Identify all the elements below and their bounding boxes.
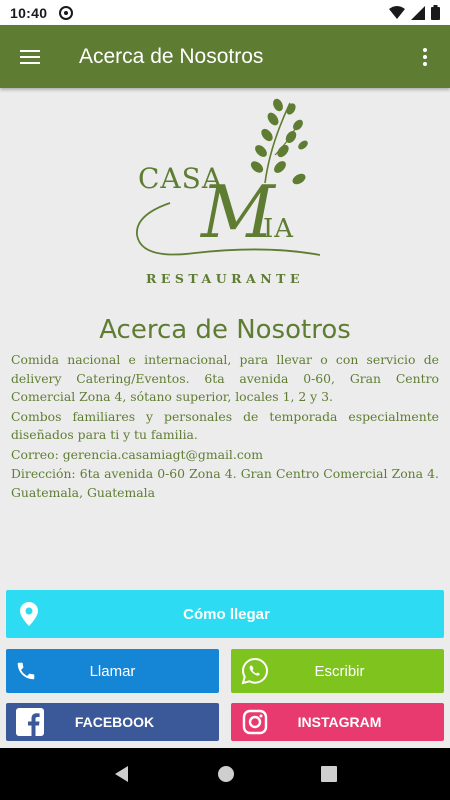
facebook-label: FACEBOOK: [74, 714, 155, 730]
status-bar: 10:40: [0, 0, 450, 25]
instagram-button[interactable]: INSTAGRAM: [231, 703, 444, 741]
sync-icon: [59, 5, 74, 20]
restaurant-logo: CASA M IA RESTAURANTE: [115, 95, 335, 295]
whatsapp-icon: [235, 657, 275, 685]
app-bar: Acerca de Nosotros: [0, 25, 450, 88]
more-vert-icon[interactable]: [400, 25, 450, 88]
phone-icon: [6, 660, 46, 682]
logo-subtitle: RESTAURANTE: [146, 271, 304, 286]
logo-word-ia: IA: [263, 214, 294, 244]
facebook-button[interactable]: FACEBOOK: [6, 703, 219, 741]
content-title: Acerca de Nosotros: [99, 315, 351, 345]
back-icon[interactable]: [113, 765, 131, 783]
location-pin-icon: [9, 602, 49, 626]
menu-icon[interactable]: [0, 25, 60, 88]
battery-icon: [431, 5, 440, 20]
paragraph-email: Correo: gerencia.casamiagt@gmail.com: [11, 446, 263, 462]
content-body: Comida nacional e internacional, para ll…: [11, 351, 439, 503]
call-button[interactable]: Llamar: [6, 649, 219, 693]
system-nav-bar: [0, 748, 450, 800]
directions-button[interactable]: Cómo llegar: [6, 590, 444, 638]
paragraph-description: Comida nacional e internacional, para ll…: [11, 352, 439, 404]
paragraph-address: Dirección: 6ta avenida 0-60 Zona 4. Gran…: [11, 466, 439, 500]
status-icons: [389, 5, 440, 20]
wifi-icon: [389, 5, 405, 19]
home-icon[interactable]: [217, 765, 235, 783]
screen: 10:40 Acerca de Nosotros CASA M IA RESTA…: [0, 0, 450, 800]
write-label: Escribir: [314, 662, 365, 680]
signal-icon: [411, 5, 425, 20]
paragraph-combos: Combos familiares y personales de tempor…: [11, 408, 439, 443]
write-button[interactable]: Escribir: [231, 649, 444, 693]
status-time: 10:40: [10, 4, 48, 21]
recents-icon[interactable]: [321, 766, 337, 782]
directions-label: Cómo llegar: [183, 605, 270, 623]
facebook-icon: [10, 708, 50, 736]
instagram-label: INSTAGRAM: [297, 714, 382, 730]
app-bar-title: Acerca de Nosotros: [79, 44, 264, 68]
instagram-icon: [235, 709, 275, 735]
call-label: Llamar: [89, 662, 136, 680]
